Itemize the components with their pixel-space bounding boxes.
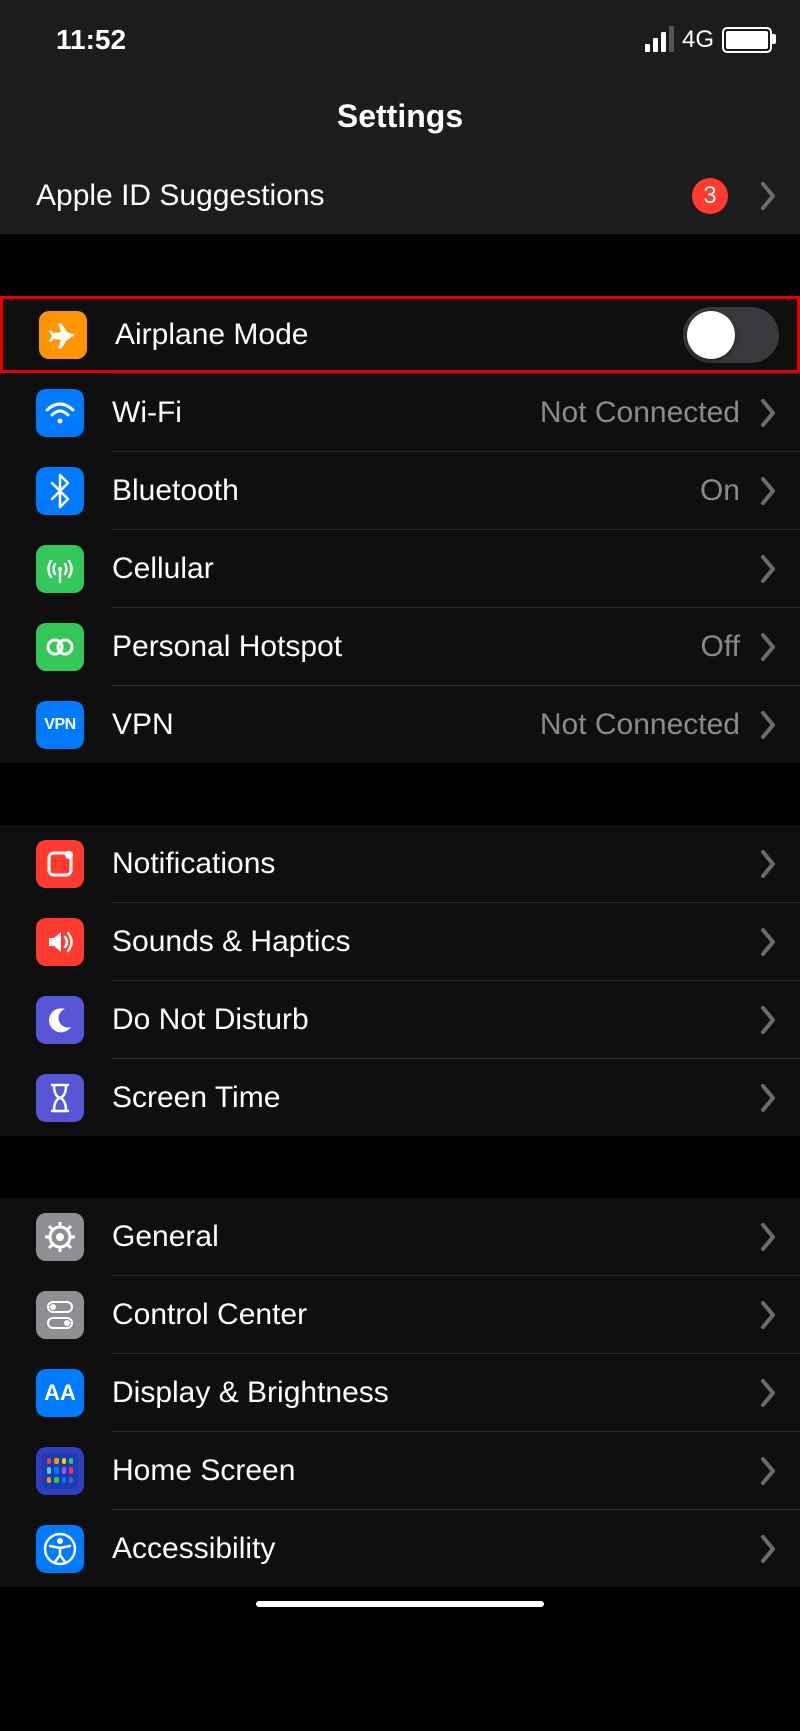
vpn-icon: VPN (36, 701, 84, 749)
dnd-row[interactable]: Do Not Disturb (0, 981, 800, 1058)
hotspot-label: Personal Hotspot (112, 630, 342, 664)
general-row[interactable]: General (0, 1198, 800, 1275)
display-row[interactable]: AA Display & Brightness (0, 1354, 800, 1431)
text-size-icon: AA (36, 1369, 84, 1417)
chevron-right-icon (754, 182, 782, 210)
signal-icon (645, 28, 674, 52)
moon-icon (36, 996, 84, 1044)
hotspot-icon (36, 623, 84, 671)
hotspot-detail: Off (701, 630, 740, 664)
screentime-label: Screen Time (112, 1081, 280, 1115)
chevron-right-icon (754, 399, 782, 427)
chevron-right-icon (754, 1223, 782, 1251)
cellular-row[interactable]: Cellular (0, 530, 800, 607)
wifi-label: Wi-Fi (112, 396, 182, 430)
home-indicator[interactable] (0, 1587, 800, 1615)
notifications-label: Notifications (112, 847, 275, 881)
display-label: Display & Brightness (112, 1376, 389, 1410)
bluetooth-icon (36, 467, 84, 515)
status-time: 11:52 (56, 24, 126, 56)
dnd-label: Do Not Disturb (112, 1003, 309, 1037)
home-screen-row[interactable]: Home Screen (0, 1432, 800, 1509)
accessibility-icon (36, 1525, 84, 1573)
notifications-icon (36, 840, 84, 888)
chevron-right-icon (754, 1084, 782, 1112)
network-label: 4G (682, 26, 714, 54)
accessibility-label: Accessibility (112, 1532, 275, 1566)
wifi-row[interactable]: Wi-Fi Not Connected (0, 374, 800, 451)
app-grid-icon (36, 1447, 84, 1495)
chevron-right-icon (754, 555, 782, 583)
hourglass-icon (36, 1074, 84, 1122)
wifi-icon (36, 389, 84, 437)
chevron-right-icon (754, 1301, 782, 1329)
accessibility-row[interactable]: Accessibility (0, 1510, 800, 1587)
sounds-row[interactable]: Sounds & Haptics (0, 903, 800, 980)
toggles-icon (36, 1291, 84, 1339)
bluetooth-label: Bluetooth (112, 474, 239, 508)
airplane-mode-row[interactable]: Airplane Mode (0, 296, 800, 373)
home-screen-label: Home Screen (112, 1454, 295, 1488)
chevron-right-icon (754, 1535, 782, 1563)
chevron-right-icon (754, 928, 782, 956)
page-title: Settings (0, 80, 800, 157)
hotspot-row[interactable]: Personal Hotspot Off (0, 608, 800, 685)
speaker-icon (36, 918, 84, 966)
airplane-mode-label: Airplane Mode (115, 318, 308, 352)
vpn-detail: Not Connected (540, 708, 740, 742)
screentime-row[interactable]: Screen Time (0, 1059, 800, 1136)
chevron-right-icon (754, 477, 782, 505)
chevron-right-icon (754, 850, 782, 878)
chevron-right-icon (754, 1006, 782, 1034)
airplane-mode-toggle[interactable] (683, 307, 779, 363)
wifi-detail: Not Connected (540, 396, 740, 430)
bluetooth-row[interactable]: Bluetooth On (0, 452, 800, 529)
bluetooth-detail: On (700, 474, 740, 508)
chevron-right-icon (754, 711, 782, 739)
apple-id-suggestions-label: Apple ID Suggestions (36, 179, 325, 213)
chevron-right-icon (754, 1457, 782, 1485)
general-label: General (112, 1220, 219, 1254)
control-center-row[interactable]: Control Center (0, 1276, 800, 1353)
gear-icon (36, 1213, 84, 1261)
apple-id-badge: 3 (692, 178, 728, 214)
apple-id-suggestions-row[interactable]: Apple ID Suggestions 3 (0, 157, 800, 234)
sounds-label: Sounds & Haptics (112, 925, 350, 959)
battery-icon (722, 27, 772, 53)
cellular-label: Cellular (112, 552, 214, 586)
control-center-label: Control Center (112, 1298, 307, 1332)
vpn-row[interactable]: VPN VPN Not Connected (0, 686, 800, 763)
airplane-icon (39, 311, 87, 359)
vpn-label: VPN (112, 708, 174, 742)
status-indicators: 4G (645, 26, 772, 54)
notifications-row[interactable]: Notifications (0, 825, 800, 902)
chevron-right-icon (754, 633, 782, 661)
status-bar: 11:52 4G (0, 0, 800, 80)
chevron-right-icon (754, 1379, 782, 1407)
cellular-icon (36, 545, 84, 593)
